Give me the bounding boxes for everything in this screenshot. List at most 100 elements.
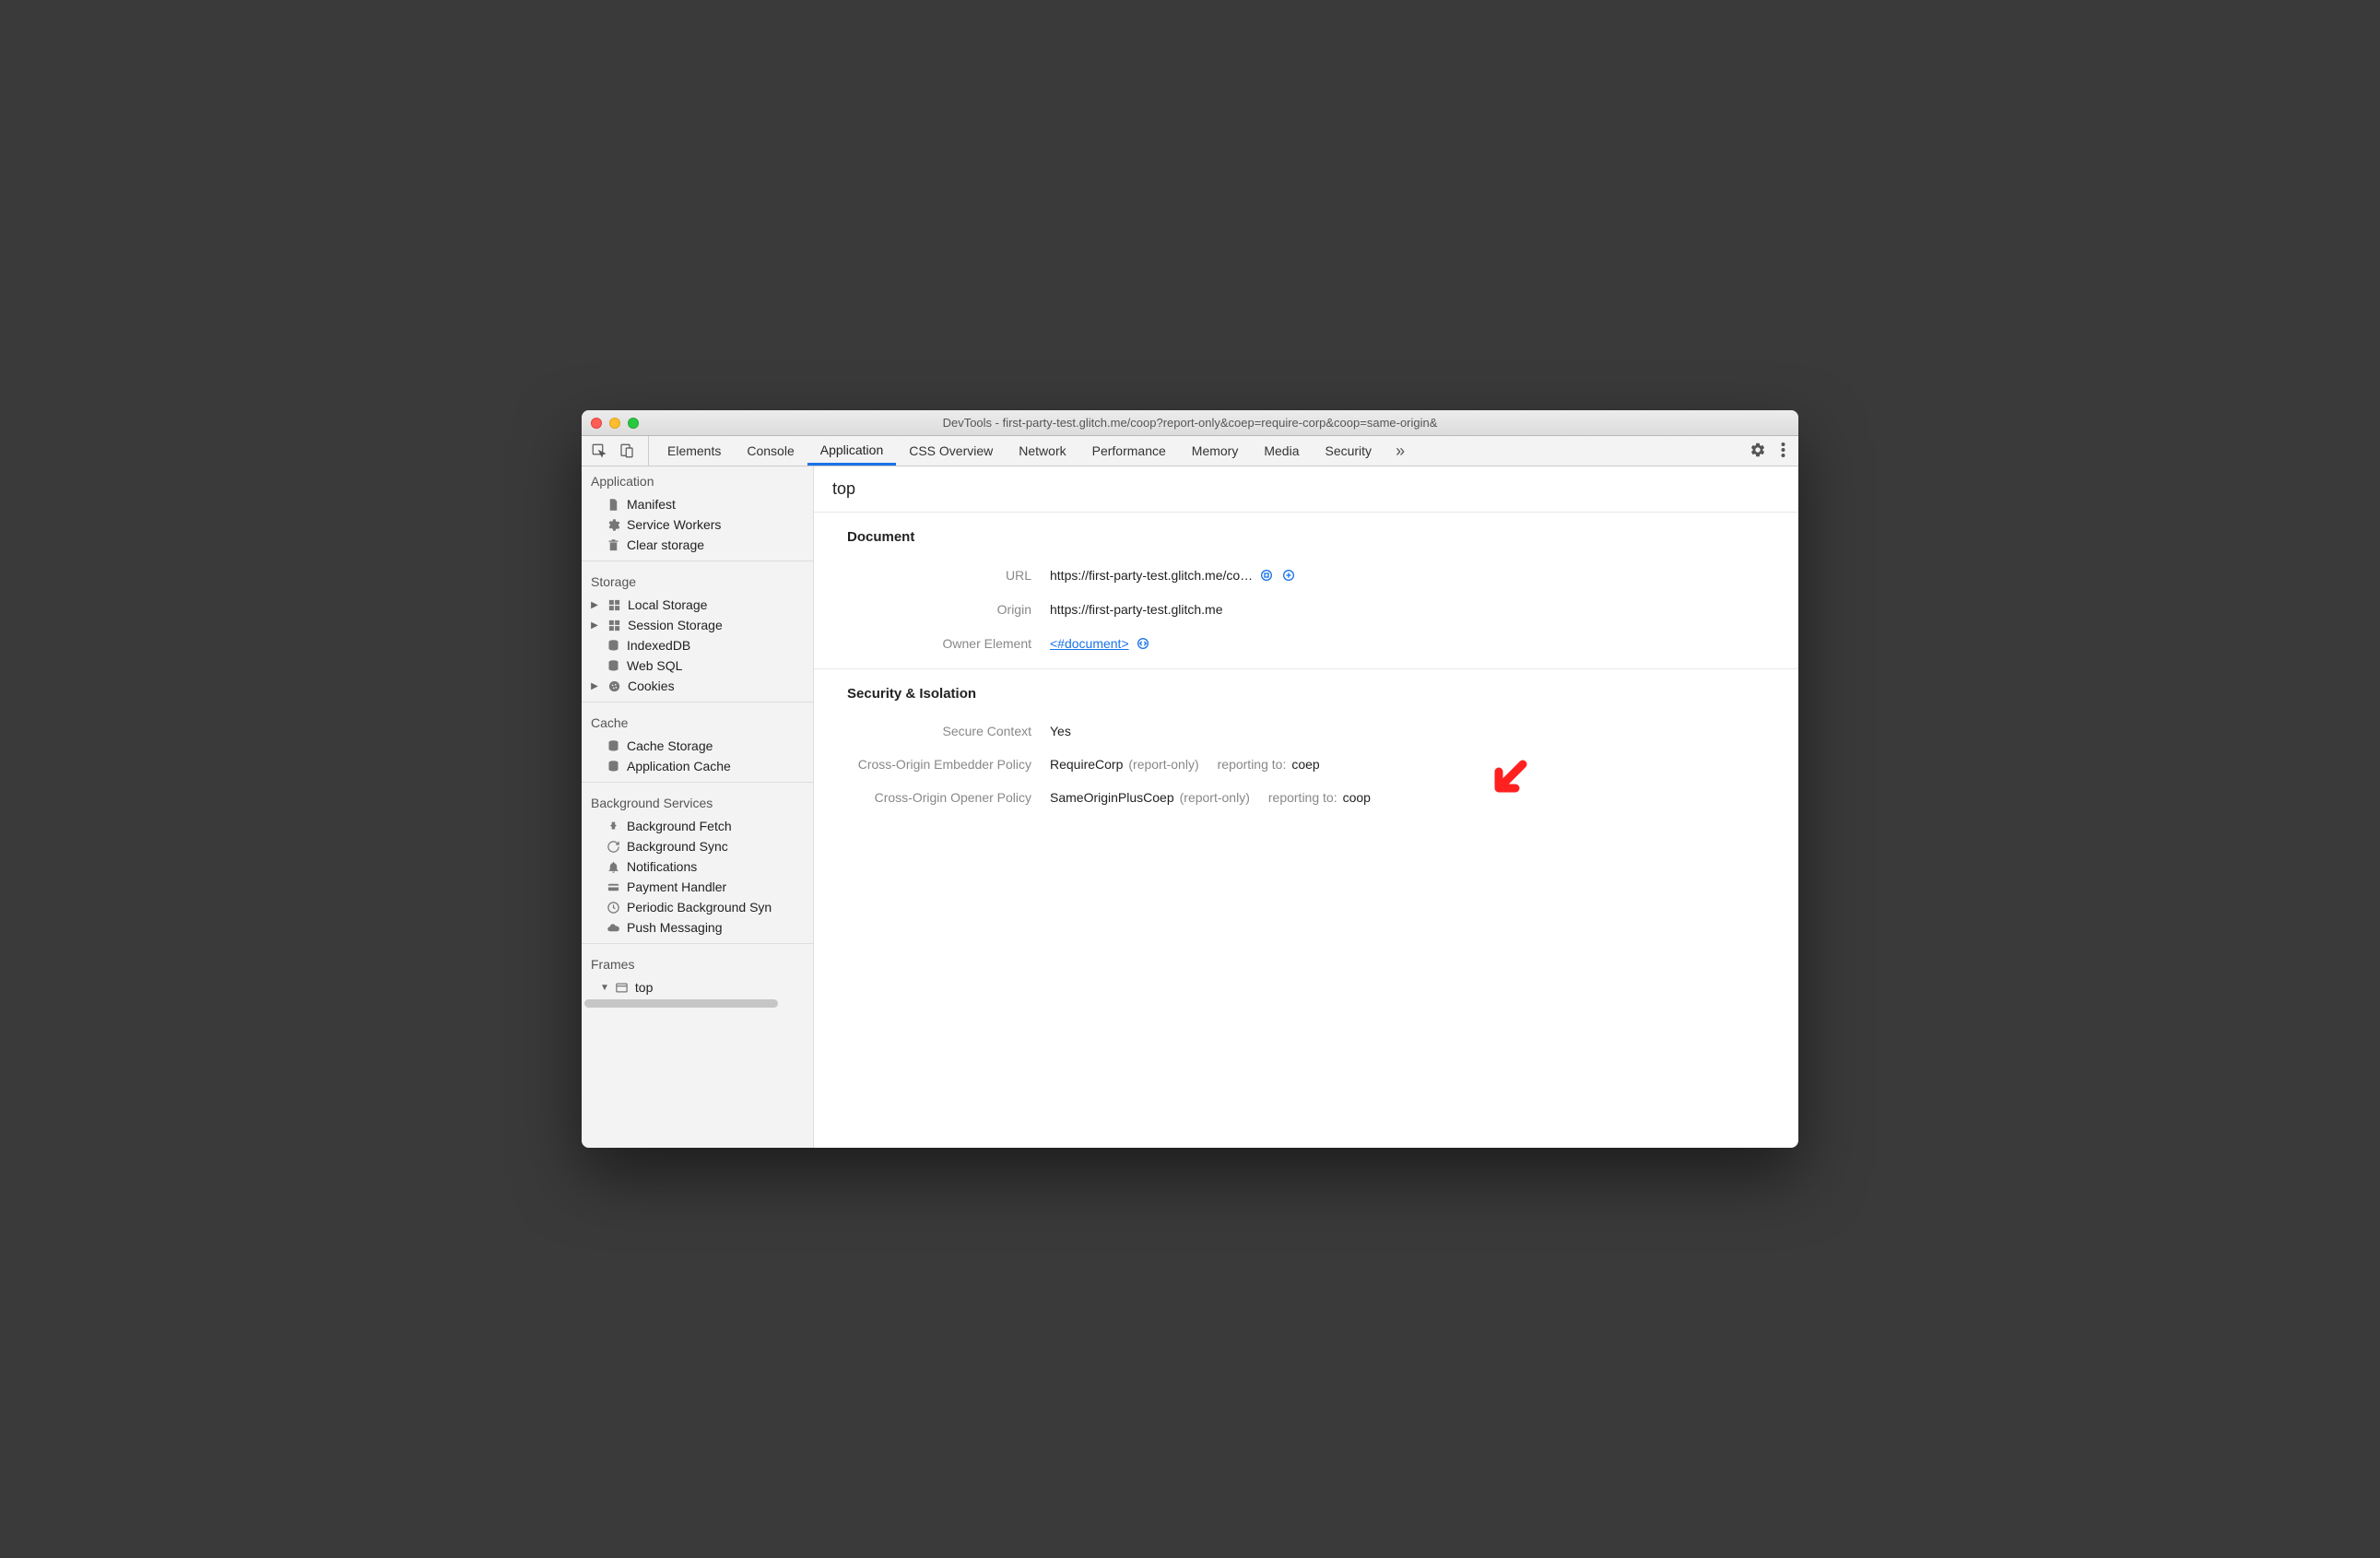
- traffic-lights: [591, 418, 639, 429]
- cloud-icon: [606, 920, 620, 935]
- database-icon: [606, 638, 620, 653]
- tab-memory[interactable]: Memory: [1179, 436, 1252, 466]
- section-cache: Cache: [582, 708, 813, 736]
- expand-icon[interactable]: ▶: [591, 681, 598, 691]
- origin-value: https://first-party-test.glitch.me: [1050, 602, 1223, 617]
- sidebar-item-payment-handler[interactable]: Payment Handler: [582, 877, 813, 897]
- row-label: Owner Element: [847, 636, 1050, 651]
- expand-icon[interactable]: ▶: [591, 620, 598, 631]
- database-icon: [606, 738, 620, 753]
- sidebar-item-label: Web SQL: [627, 658, 682, 673]
- sidebar-item-service-workers[interactable]: Service Workers: [582, 514, 813, 535]
- url-value: https://first-party-test.glitch.me/co…: [1050, 568, 1253, 583]
- tab-media[interactable]: Media: [1251, 436, 1312, 466]
- sidebar-item-label: Payment Handler: [627, 879, 726, 894]
- coop-reporting-label: reporting to:: [1268, 790, 1337, 805]
- grid-icon: [607, 597, 621, 612]
- sidebar-item-label: IndexedDB: [627, 638, 690, 653]
- sidebar-item-indexeddb[interactable]: IndexedDB: [582, 635, 813, 655]
- settings-icon[interactable]: [1750, 442, 1766, 461]
- row-url: URL https://first-party-test.glitch.me/c…: [847, 558, 1765, 593]
- section-background-services: Background Services: [582, 788, 813, 816]
- owner-element-link[interactable]: <#document>: [1050, 636, 1129, 651]
- file-icon: [606, 497, 620, 512]
- coep-mode: (report-only): [1128, 757, 1198, 772]
- database-icon: [606, 759, 620, 773]
- row-origin: Origin https://first-party-test.glitch.m…: [847, 593, 1765, 626]
- sidebar-item-label: Manifest: [627, 497, 676, 512]
- sidebar-item-web-sql[interactable]: Web SQL: [582, 655, 813, 676]
- sidebar-item-cache-storage[interactable]: Cache Storage: [582, 736, 813, 756]
- bell-icon: [606, 859, 620, 874]
- document-section: Document URL https://first-party-test.gl…: [814, 513, 1798, 669]
- fetch-icon: [606, 819, 620, 833]
- collapse-icon[interactable]: ▼: [600, 983, 609, 993]
- main-panel: top Document URL https://first-party-tes…: [814, 466, 1798, 1148]
- row-label: Cross-Origin Embedder Policy: [847, 757, 1050, 772]
- sidebar-item-frame-top[interactable]: ▼ top: [582, 977, 813, 997]
- sidebar-item-label: Clear storage: [627, 537, 704, 552]
- secure-context-value: Yes: [1050, 724, 1071, 738]
- trash-icon: [606, 537, 620, 552]
- tab-elements[interactable]: Elements: [654, 436, 734, 466]
- security-section: Security & Isolation Secure Context Yes …: [814, 669, 1798, 821]
- sidebar-item-background-fetch[interactable]: Background Fetch: [582, 816, 813, 836]
- row-label: Origin: [847, 602, 1050, 617]
- device-toolbar-icon[interactable]: [615, 439, 639, 463]
- toolbar: Elements Console Application CSS Overvie…: [582, 436, 1798, 466]
- main-tabs: Elements Console Application CSS Overvie…: [654, 436, 1416, 466]
- sidebar-item-periodic-bg-sync[interactable]: Periodic Background Syn: [582, 897, 813, 917]
- coep-reporting-value: coep: [1291, 757, 1319, 772]
- clock-icon: [606, 900, 620, 915]
- more-menu-icon[interactable]: [1781, 442, 1785, 461]
- coop-value: SameOriginPlusCoep: [1050, 790, 1174, 805]
- database-icon: [606, 658, 620, 673]
- sidebar-item-label: Background Fetch: [627, 819, 732, 833]
- row-label: Secure Context: [847, 724, 1050, 738]
- sidebar-item-clear-storage[interactable]: Clear storage: [582, 535, 813, 555]
- sidebar-item-label: Push Messaging: [627, 920, 723, 935]
- code-icon[interactable]: [1135, 635, 1151, 652]
- coop-reporting-value: coop: [1343, 790, 1371, 805]
- document-section-title: Document: [847, 529, 1765, 545]
- tab-security[interactable]: Security: [1312, 436, 1384, 466]
- horizontal-scrollbar[interactable]: [582, 997, 813, 1009]
- titlebar: DevTools - first-party-test.glitch.me/co…: [582, 410, 1798, 436]
- application-sidebar[interactable]: Application Manifest Service Workers Cle…: [582, 466, 814, 1148]
- devtools-window: DevTools - first-party-test.glitch.me/co…: [582, 410, 1798, 1148]
- row-owner-element: Owner Element <#document>: [847, 626, 1765, 661]
- copy-icon[interactable]: [1258, 567, 1275, 584]
- sidebar-item-label: Service Workers: [627, 517, 721, 532]
- sidebar-item-background-sync[interactable]: Background Sync: [582, 836, 813, 856]
- row-label: URL: [847, 568, 1050, 583]
- card-icon: [606, 879, 620, 894]
- reveal-icon[interactable]: [1280, 567, 1297, 584]
- sidebar-item-application-cache[interactable]: Application Cache: [582, 756, 813, 776]
- sidebar-item-session-storage[interactable]: ▶ Session Storage: [582, 615, 813, 635]
- sidebar-item-notifications[interactable]: Notifications: [582, 856, 813, 877]
- tabs-overflow-button[interactable]: »: [1384, 436, 1416, 466]
- sidebar-item-label: Application Cache: [627, 759, 731, 773]
- tab-network[interactable]: Network: [1006, 436, 1078, 466]
- row-secure-context: Secure Context Yes: [847, 714, 1765, 748]
- row-coop: Cross-Origin Opener Policy SameOriginPlu…: [847, 781, 1765, 814]
- coop-mode: (report-only): [1180, 790, 1250, 805]
- inspect-element-icon[interactable]: [587, 439, 611, 463]
- security-section-title: Security & Isolation: [847, 686, 1765, 702]
- divider: [582, 782, 813, 783]
- expand-icon[interactable]: ▶: [591, 600, 598, 610]
- sidebar-item-label: Notifications: [627, 859, 697, 874]
- tab-application[interactable]: Application: [807, 436, 897, 466]
- tab-performance[interactable]: Performance: [1079, 436, 1179, 466]
- sync-icon: [606, 839, 620, 854]
- minimize-window-button[interactable]: [609, 418, 620, 429]
- maximize-window-button[interactable]: [628, 418, 639, 429]
- close-window-button[interactable]: [591, 418, 602, 429]
- sidebar-item-local-storage[interactable]: ▶ Local Storage: [582, 595, 813, 615]
- tab-console[interactable]: Console: [734, 436, 807, 466]
- sidebar-item-cookies[interactable]: ▶ Cookies: [582, 676, 813, 696]
- sidebar-item-manifest[interactable]: Manifest: [582, 494, 813, 514]
- sidebar-item-push-messaging[interactable]: Push Messaging: [582, 917, 813, 938]
- tab-css-overview[interactable]: CSS Overview: [896, 436, 1006, 466]
- sidebar-item-label: Cookies: [628, 679, 675, 693]
